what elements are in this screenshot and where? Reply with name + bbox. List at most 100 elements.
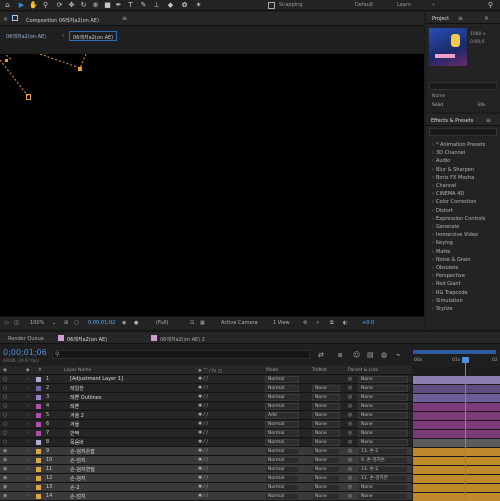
layer-switches-icon[interactable]: ✱ ⁄ ∕ — [198, 430, 208, 436]
blend-mode-select[interactable]: Normal — [265, 421, 299, 428]
layer-switches-icon[interactable]: ✱ ⁄ ∕ — [198, 385, 208, 391]
layer-label-color[interactable] — [36, 494, 41, 499]
expand-twirl-icon[interactable]: › — [27, 421, 29, 427]
mask-icon[interactable]: ◫ — [14, 320, 19, 326]
mode-header[interactable]: Mode — [266, 368, 278, 373]
blend-mode-select[interactable]: Normal — [265, 376, 299, 383]
blend-mode-select[interactable]: Normal — [265, 403, 299, 410]
effects-category[interactable]: Boris FX Mocha — [432, 175, 474, 181]
orbit-tool-icon[interactable]: ⟳ — [55, 1, 64, 10]
exposure-value[interactable]: +0.0 — [362, 320, 374, 326]
fast-preview-icon[interactable]: ⚡ — [316, 320, 320, 326]
workspace-default[interactable]: Default — [355, 2, 373, 8]
parent-pickwhip-icon[interactable]: ◎ — [348, 412, 352, 418]
parent-pickwhip-icon[interactable]: ◎ — [348, 466, 352, 472]
layer-search-input[interactable]: ⚲ — [52, 350, 310, 359]
layer-duration-bar[interactable] — [413, 421, 500, 429]
layer-row[interactable]: ○ › 7 반짝 ✱ ⁄ ∕ Normal None ◎ None — [0, 429, 412, 438]
expand-twirl-icon[interactable]: › — [27, 484, 29, 490]
expand-twirl-icon[interactable]: › — [27, 394, 29, 400]
visibility-eye-icon[interactable]: ◉ — [3, 493, 7, 499]
parent-select[interactable]: 9. 손-검지손 — [358, 457, 408, 464]
grid-icon[interactable]: ⊞ — [64, 320, 68, 326]
layer-name[interactable]: 손-엄지 — [70, 457, 86, 464]
track-matte-select[interactable]: None — [312, 394, 340, 401]
composition-viewer[interactable] — [0, 49, 424, 316]
parent-pickwhip-icon[interactable]: ◎ — [348, 376, 352, 382]
track-matte-select[interactable]: None — [312, 430, 340, 437]
view-options-icon[interactable]: ⚙ — [303, 320, 307, 326]
track-matte-select[interactable]: None — [312, 466, 340, 473]
chevron-down-icon[interactable]: ⌄ — [52, 320, 56, 326]
lock-icon[interactable] — [12, 15, 18, 21]
expand-twirl-icon[interactable]: › — [27, 412, 29, 418]
rectangle-tool-icon[interactable]: ■ — [103, 1, 112, 10]
timecode-display[interactable]: 0;00;01;02 — [88, 320, 115, 326]
effects-tab[interactable]: Effects & Presets — [431, 118, 473, 124]
layer-row[interactable]: ◉ › 12 손-검지 ✱ ⁄ ∕ Normal None ◎ 11. 손-검지연 — [0, 474, 412, 483]
visibility-eye-icon[interactable]: ○ — [3, 412, 7, 418]
parent-pickwhip-icon[interactable]: ◎ — [348, 403, 352, 409]
rotate-tool-icon[interactable]: ↻ — [79, 1, 88, 10]
layer-name[interactable]: 겨울 2 — [70, 412, 84, 419]
effects-category[interactable]: RG Trapcode — [432, 290, 468, 296]
parent-pickwhip-icon[interactable]: ◎ — [348, 394, 352, 400]
layer-duration-bar[interactable] — [413, 457, 500, 465]
layer-row[interactable]: ○ › 3 레쁜 Outlines ✱ ⁄ ∕ Normal None ◎ None — [0, 393, 412, 402]
hand-tool-icon[interactable]: ✋ — [29, 1, 38, 10]
effects-category[interactable]: Generate — [432, 224, 459, 230]
trkmat-header[interactable]: TrkMat — [312, 368, 327, 373]
panel-menu-icon[interactable]: ≡ — [122, 15, 127, 22]
pen-tool-icon[interactable]: ✒ — [114, 1, 123, 10]
blend-mode-select[interactable]: Normal — [265, 493, 299, 500]
home-icon[interactable]: ⌂ — [3, 1, 12, 10]
blend-mode-select[interactable]: Normal — [265, 475, 299, 482]
project-item[interactable]: Efe — [478, 103, 485, 108]
parent-select[interactable]: None — [358, 493, 408, 500]
project-item[interactable]: Solid — [432, 103, 443, 108]
safe-area-icon[interactable]: ▢ — [74, 320, 79, 326]
pan-behind-tool-icon[interactable]: ✥ — [67, 1, 76, 10]
parent-pickwhip-icon[interactable]: ◎ — [348, 484, 352, 490]
parent-pickwhip-icon[interactable]: ◎ — [348, 430, 352, 436]
layer-switches-icon[interactable]: ✱ ⁄ ∕ — [198, 457, 208, 463]
effects-category[interactable]: CINEMA 4D — [432, 191, 464, 197]
effects-category[interactable]: 3D Channel — [432, 150, 465, 156]
parent-select[interactable]: None — [358, 376, 408, 383]
panel-menu-icon[interactable]: ≡ — [486, 117, 491, 124]
effects-category[interactable]: Red Giant — [432, 281, 461, 287]
workspace-menu-icon[interactable]: » — [432, 2, 435, 8]
layer-name[interactable]: 손-검지손잡 — [70, 448, 95, 455]
layer-name[interactable]: [Adjustment Layer 1] — [70, 376, 123, 382]
keyframe-handle[interactable] — [5, 59, 8, 62]
parent-pickwhip-icon[interactable]: ◎ — [348, 385, 352, 391]
layer-label-color[interactable] — [36, 386, 41, 391]
blend-mode-select[interactable]: Normal — [265, 466, 299, 473]
blend-mode-select[interactable]: Normal — [265, 484, 299, 491]
layer-row[interactable]: ○ › 5 겨울 2 ✱ ⁄ ∕ Add None ◎ None — [0, 411, 412, 420]
flowchart-icon[interactable]: ⧉ — [330, 320, 334, 326]
type-tool-icon[interactable]: T — [126, 1, 135, 10]
visibility-eye-icon[interactable]: ○ — [3, 421, 7, 427]
layer-switches-icon[interactable]: ✱ ⁄ ∕ — [198, 466, 208, 472]
layer-label-color[interactable] — [36, 431, 41, 436]
breadcrumb-current[interactable]: 06레저a2(on AE) — [69, 31, 118, 41]
expand-twirl-icon[interactable]: › — [27, 430, 29, 436]
reset-exposure-icon[interactable]: ◐ — [343, 320, 347, 326]
track-matte-select[interactable]: None — [312, 412, 340, 419]
effects-category[interactable]: Perspective — [432, 273, 465, 279]
zoom-select[interactable]: 100% — [30, 320, 44, 326]
layer-switches-icon[interactable]: ✱ ⁄ ∕ — [198, 394, 208, 400]
clone-tool-icon[interactable]: ⊥ — [152, 1, 161, 10]
layer-duration-bar[interactable] — [413, 403, 500, 411]
parent-select[interactable]: None — [358, 484, 408, 491]
visibility-eye-icon[interactable]: ○ — [3, 394, 7, 400]
tab-comp-2[interactable]: 06레저a2(on AE) 2 — [160, 336, 205, 343]
comp-mini-flowchart-icon[interactable]: ⇄ — [318, 351, 324, 359]
parent-header[interactable]: Parent & Link — [348, 368, 378, 373]
effects-category[interactable]: Immersive Video — [432, 232, 478, 238]
track-matte-select[interactable]: None — [312, 457, 340, 464]
layer-label-color[interactable] — [36, 476, 41, 481]
blend-mode-select[interactable]: Normal — [265, 385, 299, 392]
track-matte-select[interactable]: None — [312, 493, 340, 500]
